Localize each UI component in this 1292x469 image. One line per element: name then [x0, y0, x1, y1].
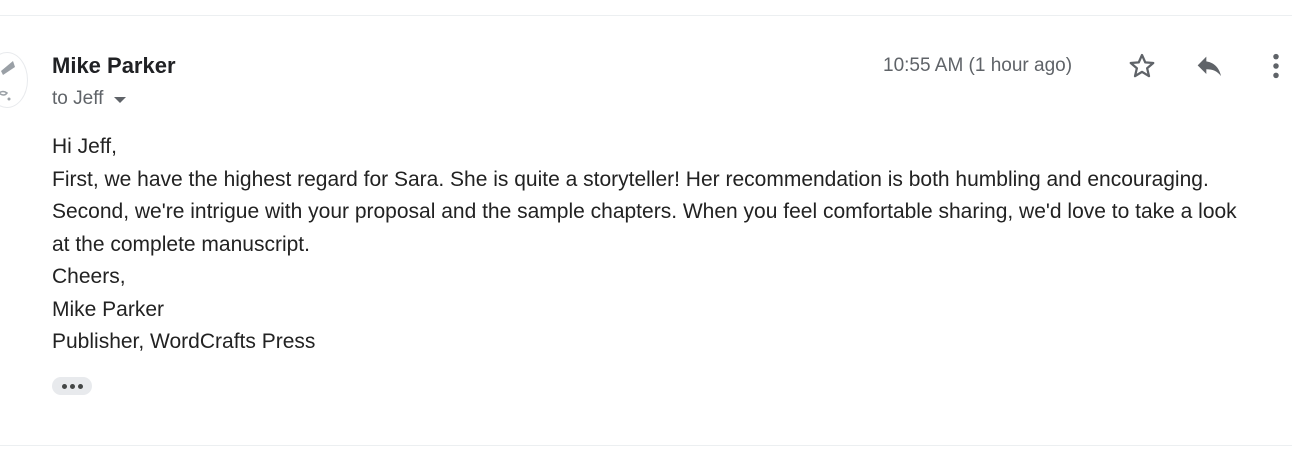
body-line: Mike Parker	[52, 297, 165, 321]
star-outline-icon	[1129, 53, 1155, 78]
message-timestamp: 10:55 AM (1 hour ago)	[883, 55, 1073, 76]
body-line: Publisher, WordCrafts Press	[52, 330, 316, 353]
avatar-image	[0, 61, 15, 101]
chevron-down-icon[interactable]	[114, 97, 127, 103]
ellipsis-icon	[61, 383, 67, 389]
show-trimmed-content-button[interactable]	[52, 377, 92, 395]
message-body: Hi Jeff, First, we have the highest rega…	[52, 131, 1288, 359]
star-button[interactable]	[1124, 48, 1160, 84]
bottom-divider	[0, 445, 1292, 446]
sender-avatar[interactable]	[0, 52, 28, 108]
ellipsis-icon	[77, 383, 83, 389]
sender-name: Mike Parker	[52, 53, 176, 78]
body-line: Second, we're intrigue with your proposa…	[52, 200, 1237, 223]
body-line: at the complete manuscript.	[52, 232, 310, 256]
body-line: Cheers,	[52, 265, 126, 288]
body-line: First, we have the highest regard for Sa…	[52, 167, 1209, 191]
more-options-button[interactable]	[1258, 48, 1292, 84]
reply-button[interactable]	[1191, 48, 1227, 84]
more-vertical-icon	[1273, 53, 1279, 79]
reply-arrow-icon	[1197, 56, 1221, 77]
body-line: Hi Jeff,	[52, 135, 117, 158]
ellipsis-icon	[69, 383, 75, 389]
top-divider	[0, 15, 1292, 16]
recipient-details-toggle[interactable]: to Jeff	[52, 88, 127, 110]
recipient-label: to Jeff	[52, 88, 104, 109]
